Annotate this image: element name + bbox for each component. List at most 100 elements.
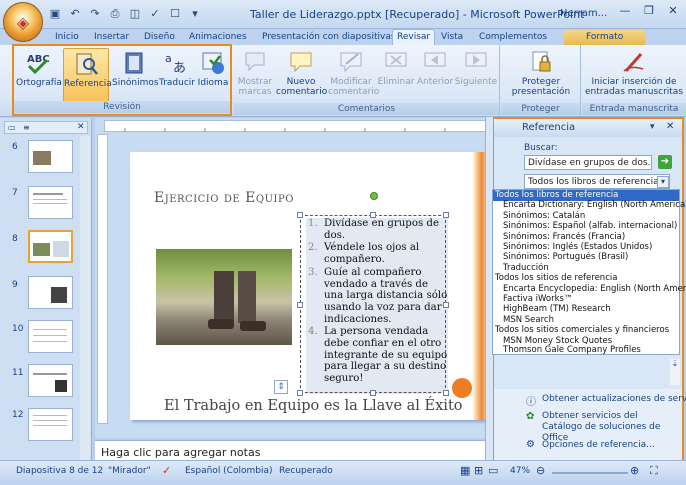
- thumbnail-scrollbar[interactable]: [80, 136, 90, 474]
- slide-title[interactable]: Ejercicio de Equipo: [154, 190, 294, 206]
- start-search-icon[interactable]: ➔: [658, 155, 672, 169]
- dropdown-option[interactable]: Traducción: [503, 263, 549, 274]
- dropdown-option[interactable]: Factiva iWorks™: [503, 294, 572, 305]
- tab-formato[interactable]: Formato: [564, 30, 646, 45]
- rotate-handle[interactable]: [370, 192, 378, 200]
- tab-revisar[interactable]: Revisar: [392, 29, 436, 46]
- dropdown-option[interactable]: Todos los sitios de referencia: [495, 273, 617, 284]
- search-input[interactable]: Divídase en grupos de dos. Vénc: [524, 155, 652, 170]
- slide-thumbnail[interactable]: [28, 186, 73, 219]
- slide-thumbnail[interactable]: [28, 276, 73, 309]
- next-comment-button[interactable]: Siguiente: [454, 49, 498, 87]
- close-button[interactable]: ✕: [662, 2, 684, 20]
- translate-button[interactable]: aあ Traducir: [158, 50, 196, 88]
- language-button[interactable]: Idioma: [196, 50, 230, 88]
- fit-to-window-icon[interactable]: ⛶: [650, 464, 658, 478]
- start-inking-button[interactable]: Iniciar inserción de entradas manuscrita…: [584, 49, 684, 97]
- tab-animaciones[interactable]: Animaciones: [189, 30, 247, 45]
- tab-presentacion[interactable]: Presentación con diapositivas: [262, 30, 396, 45]
- slide-thumbnail[interactable]: [28, 364, 73, 397]
- zoom-in-icon[interactable]: ⊕: [630, 464, 639, 477]
- dropdown-option[interactable]: Encarta Encyclopedia: English (North Ame…: [503, 284, 686, 295]
- office-button[interactable]: ◈: [3, 2, 43, 42]
- dropdown-option[interactable]: Todos los libros de referencia: [493, 190, 679, 201]
- delete-comment-button[interactable]: Eliminar: [376, 49, 416, 87]
- dropdown-option[interactable]: Sinónimos: Francés (Francia): [503, 232, 625, 243]
- dropdown-option[interactable]: MSN Search: [503, 315, 554, 326]
- zoom-out-icon[interactable]: ⊖: [536, 464, 545, 477]
- proofing-icon[interactable]: ✓: [162, 464, 171, 477]
- edit-comment-button[interactable]: Modificar comentario: [328, 49, 379, 97]
- slide-footer-text[interactable]: El Trabajo en Equipo es la Llave al Éxit…: [164, 398, 463, 414]
- dropdown-option[interactable]: Thomson Gale Company Profiles: [503, 345, 641, 356]
- pane-close-icon[interactable]: ✕: [77, 122, 85, 132]
- theme-name[interactable]: "Mirador": [108, 466, 151, 476]
- results-scroll-icon[interactable]: ⇣: [670, 359, 680, 385]
- notes-pane[interactable]: Haga clic para agregar notas: [95, 440, 491, 460]
- tab-inicio[interactable]: Inicio: [55, 30, 79, 45]
- dropdown-option[interactable]: Sinónimos: Español (alfab. internacional…: [503, 221, 677, 232]
- maximize-button[interactable]: ❐: [638, 2, 660, 20]
- save-icon[interactable]: ▣: [48, 7, 62, 21]
- spelling-icon: ABC: [27, 54, 50, 75]
- thumb-number: 6: [12, 142, 18, 152]
- chevron-down-icon[interactable]: ▾: [657, 176, 669, 188]
- tab-insertar[interactable]: Insertar: [94, 30, 129, 45]
- dropdown-option[interactable]: Sinónimos: Catalán: [503, 211, 585, 222]
- print-icon[interactable]: ⎙: [108, 7, 122, 21]
- new-comment-button[interactable]: Nuevo comentario: [276, 49, 327, 97]
- previous-comment-button[interactable]: Anterior: [416, 49, 454, 87]
- language-indicator[interactable]: Español (Colombia): [185, 466, 273, 476]
- autofit-options-icon[interactable]: ⇕: [274, 380, 288, 394]
- synonyms-button[interactable]: Sinónimos: [112, 50, 159, 88]
- pane-close-icon[interactable]: ✕: [666, 121, 674, 132]
- slideshow-icon[interactable]: ▭: [488, 464, 498, 477]
- show-markup-button[interactable]: Mostrar marcas: [236, 49, 274, 97]
- outline-tab-icon[interactable]: ≡: [23, 123, 30, 132]
- protect-presentation-button[interactable]: Proteger presentación: [507, 49, 575, 97]
- previous-arrow-icon: [424, 52, 446, 67]
- slide-thumbnail-selected[interactable]: [28, 230, 73, 263]
- dropdown-option[interactable]: Sinónimos: Inglés (Estados Unidos): [503, 242, 652, 253]
- spelling-button[interactable]: ABC Ortografía: [16, 50, 62, 88]
- reference-button[interactable]: Referencia: [63, 48, 112, 102]
- slide-thumbnail[interactable]: [28, 320, 73, 353]
- resize-handle[interactable]: [297, 390, 303, 396]
- zoom-level[interactable]: 47%: [510, 466, 530, 476]
- slide-thumbnail[interactable]: [28, 140, 73, 173]
- dropdown-option[interactable]: Encarta Dictionary: English (North Ameri…: [503, 200, 686, 211]
- resize-handle[interactable]: [297, 212, 303, 218]
- pane-menu-icon[interactable]: ▾: [650, 122, 655, 132]
- dropdown-option[interactable]: HighBeam (TM) Research: [503, 304, 611, 315]
- tab-complementos[interactable]: Complementos: [479, 30, 547, 45]
- resize-handle[interactable]: [443, 390, 449, 396]
- resize-handle[interactable]: [370, 390, 376, 396]
- source-select[interactable]: Todos los libros de referencia: [524, 174, 670, 189]
- update-services-link[interactable]: Obtener actualizaciones de servicio: [542, 394, 686, 404]
- tab-vista[interactable]: Vista: [441, 30, 463, 45]
- normal-view-icon[interactable]: ▦: [460, 464, 470, 477]
- qat-more-icon[interactable]: ▾: [188, 7, 202, 21]
- slide-thumbnail[interactable]: [28, 408, 73, 441]
- dropdown-option[interactable]: Sinónimos: Portugués (Brasil): [503, 252, 628, 263]
- tab-diseno[interactable]: Diseño: [144, 30, 175, 45]
- slide-sorter-icon[interactable]: ⊞: [474, 464, 483, 477]
- minimize-button[interactable]: —: [614, 2, 636, 20]
- zoom-slider[interactable]: [552, 472, 628, 474]
- list-item: 2. Véndele los ojos al compañero.: [308, 242, 420, 266]
- checkbox-icon[interactable]: ☐: [168, 7, 182, 21]
- slides-tab-icon[interactable]: ▭: [8, 123, 16, 132]
- slide-photo-blindfold-walk[interactable]: [156, 249, 292, 345]
- research-options-link[interactable]: Opciones de referencia...: [542, 440, 655, 450]
- preview-icon[interactable]: ◫: [128, 7, 142, 21]
- list-item: 4. La persona vendada debe confiar en el …: [308, 326, 448, 385]
- resize-handle[interactable]: [297, 302, 303, 308]
- source-dropdown-list[interactable]: Todos los libros de referencia Encarta D…: [492, 189, 686, 356]
- dropdown-option[interactable]: Todos los sitios comerciales y financier…: [495, 325, 669, 336]
- redo-icon[interactable]: ↷: [88, 7, 102, 21]
- spelling-icon[interactable]: ✓: [148, 7, 162, 21]
- undo-icon[interactable]: ↶: [68, 7, 82, 21]
- slide-canvas[interactable]: Ejercicio de Equipo 1. Divídase en grupos…: [130, 152, 488, 420]
- vertical-ruler: [97, 134, 108, 424]
- numbered-list[interactable]: 1. Divídase en grupos de dos. 2. Véndele l…: [308, 218, 448, 386]
